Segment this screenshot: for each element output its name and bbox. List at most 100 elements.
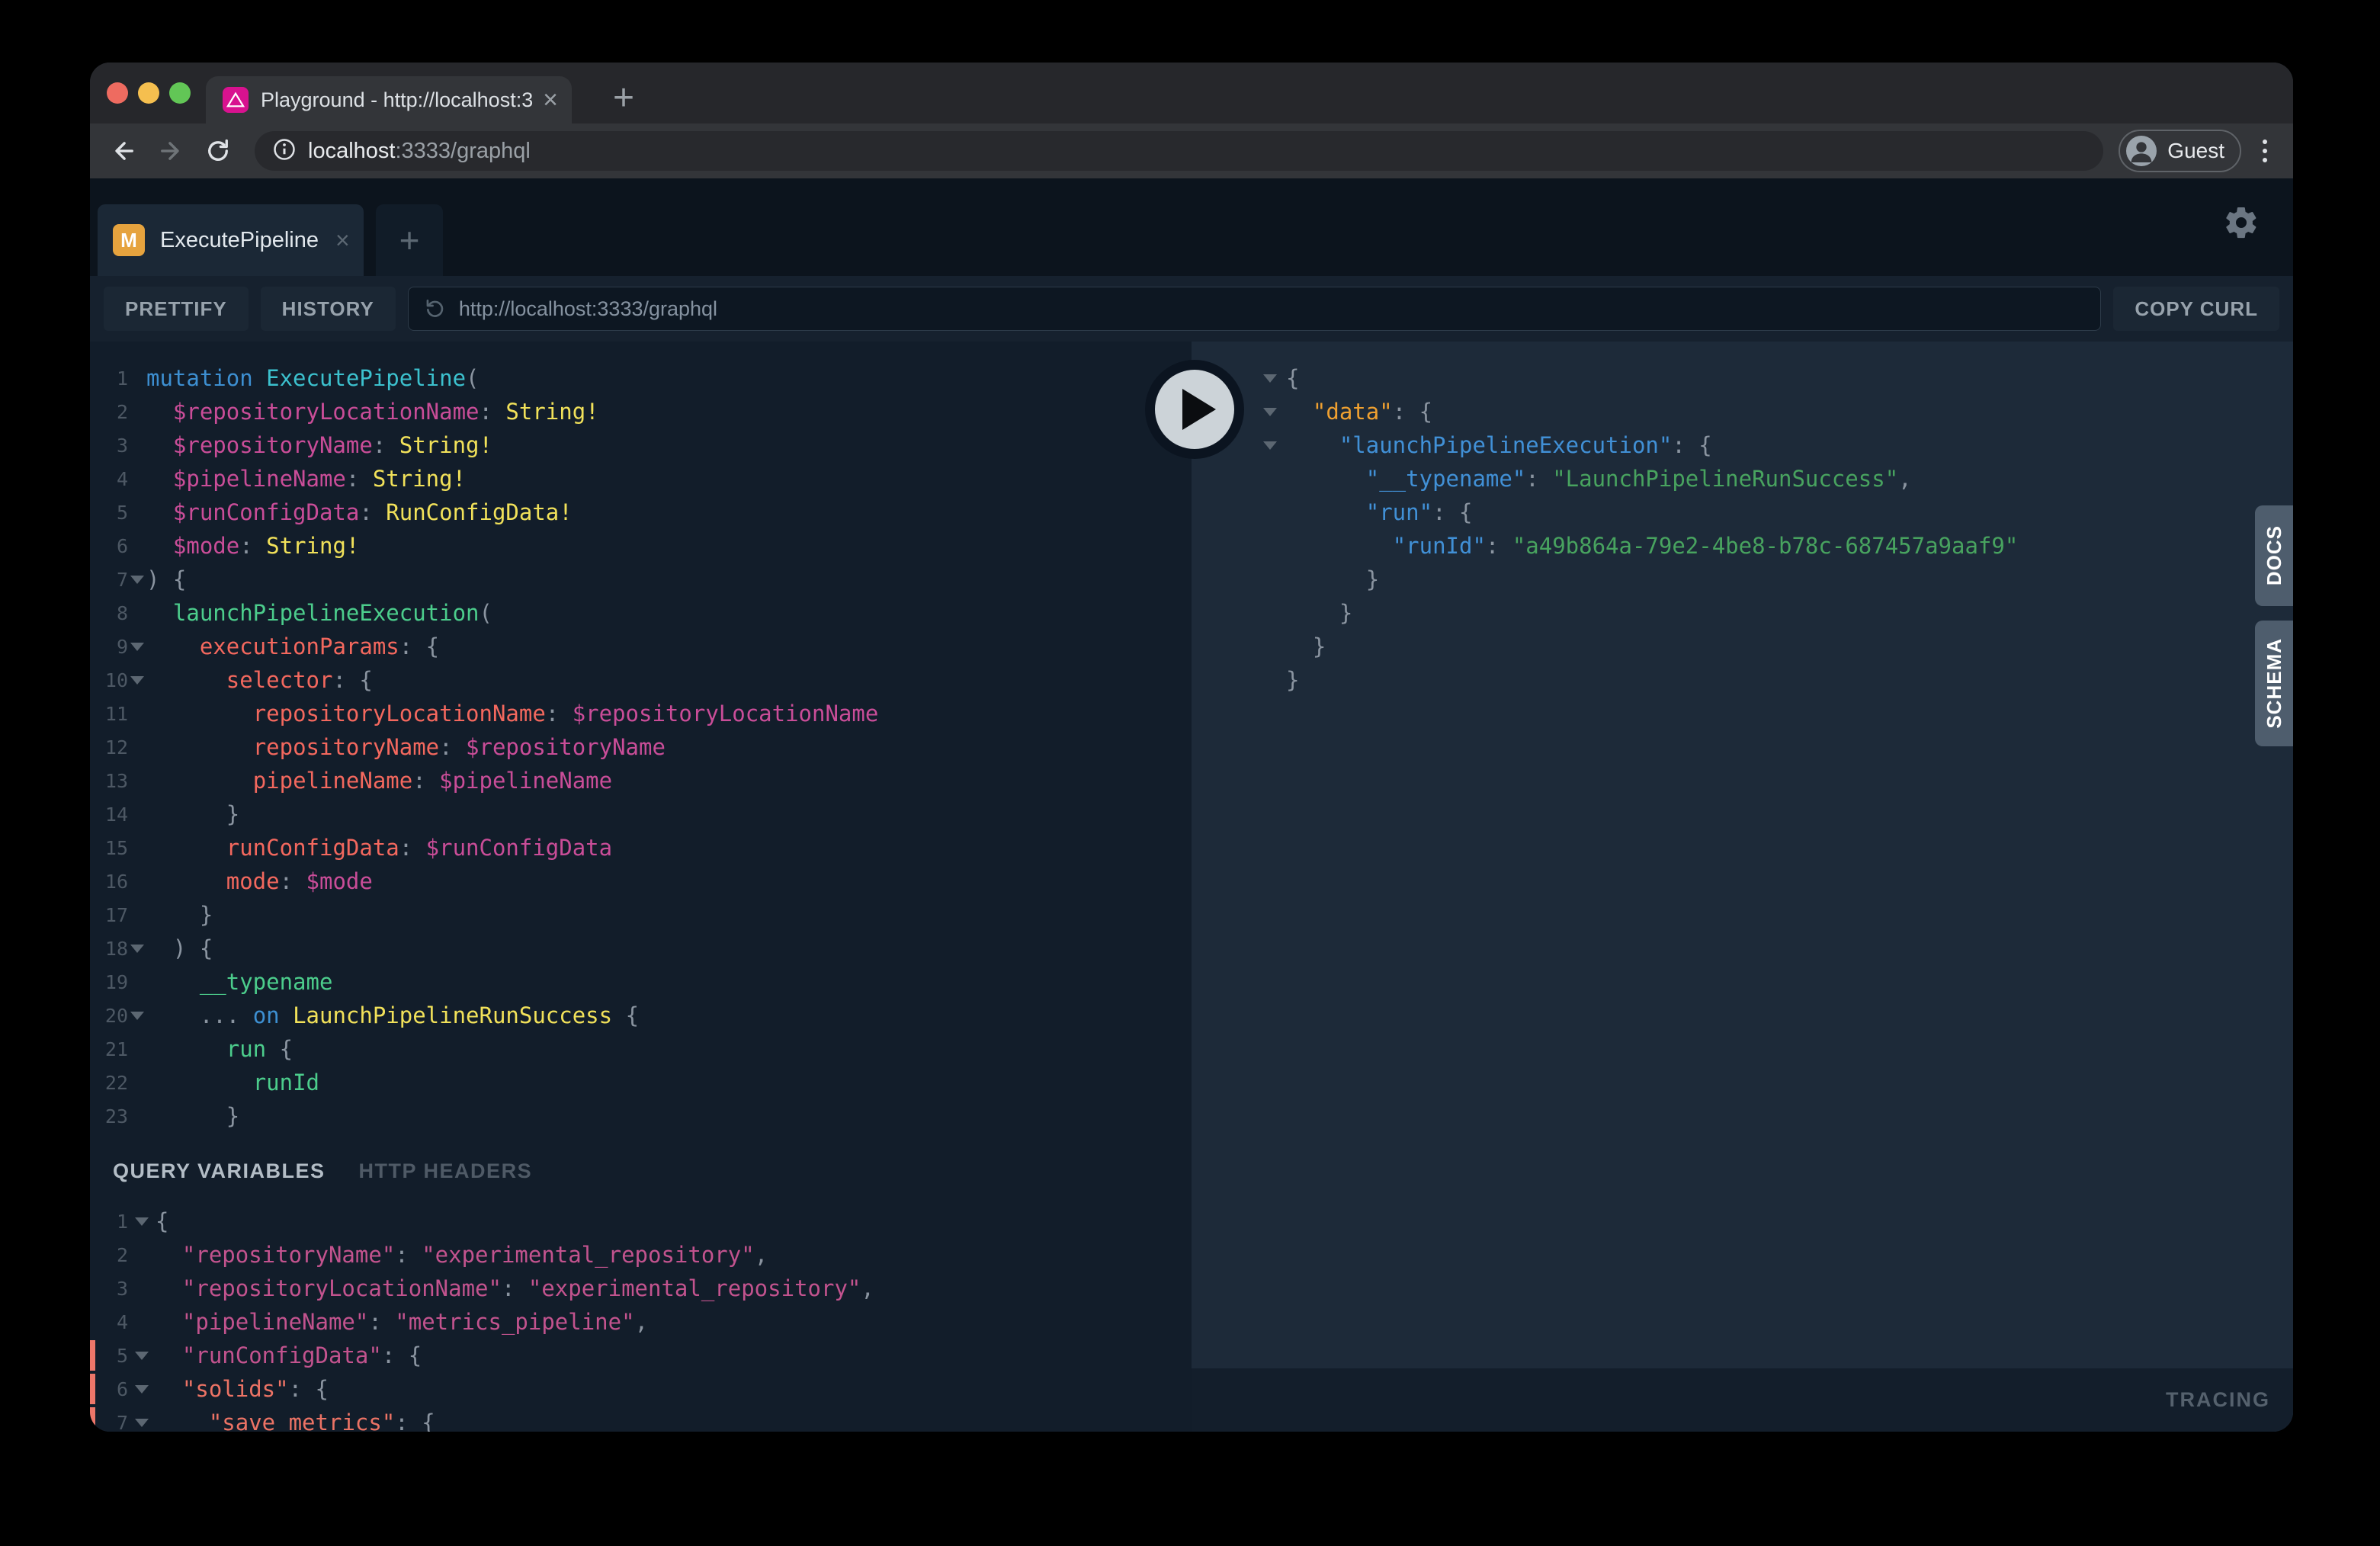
prettify-button[interactable]: PRETTIFY <box>104 287 249 331</box>
browser-menu-icon[interactable] <box>2255 135 2275 167</box>
tab-query-variables[interactable]: QUERY VARIABLES <box>113 1160 326 1183</box>
schema-sidetab[interactable]: SCHEMA <box>2255 621 2293 746</box>
avatar-icon <box>2126 136 2157 166</box>
code-token: "LaunchPipelineRunSuccess" <box>1552 466 1898 492</box>
reconnect-icon[interactable] <box>422 295 447 323</box>
history-button[interactable]: HISTORY <box>261 287 396 331</box>
code-token <box>1286 432 1339 458</box>
query-editor[interactable]: 1mutation ExecutePipeline(2 $repositoryL… <box>90 342 1192 1140</box>
copy-curl-button[interactable]: COPY CURL <box>2113 287 2279 331</box>
fold-arrow-icon[interactable] <box>128 663 146 697</box>
code-token <box>146 1036 226 1062</box>
code-token: "metrics_pipeline" <box>395 1309 634 1335</box>
line-number: 22 <box>90 1072 128 1094</box>
close-window-button[interactable] <box>107 82 128 104</box>
execute-button[interactable] <box>1145 360 1244 459</box>
minimize-window-button[interactable] <box>138 82 159 104</box>
code-line: 4 "pipelineName": "metrics_pipeline", <box>90 1305 1192 1339</box>
line-number: 23 <box>90 1105 128 1127</box>
fold-arrow-icon[interactable] <box>128 1372 156 1406</box>
new-tab-button[interactable]: + <box>599 73 648 122</box>
session-tab-executepipeline[interactable]: M ExecutePipeline × <box>98 204 364 276</box>
code-token: repositoryLocationName <box>253 701 546 726</box>
code-token <box>156 1342 182 1368</box>
code-token: : <box>395 1242 422 1268</box>
code-token: : { <box>332 667 372 693</box>
line-number: 5 <box>90 1345 128 1367</box>
code-token: } <box>1286 633 1326 659</box>
code-token: ( <box>466 365 479 391</box>
code-token <box>146 734 253 760</box>
variables-editor[interactable]: 1{2 "repositoryName": "experimental_repo… <box>90 1183 1192 1432</box>
code-token: , <box>1898 466 1911 492</box>
code-token: "experimental_repository" <box>422 1242 755 1268</box>
fold-arrow-slot <box>128 1238 156 1272</box>
code-token: "__typename" <box>1366 466 1526 492</box>
code-token <box>146 868 226 894</box>
code-line: 23 } <box>90 1099 1192 1133</box>
url-bar[interactable]: localhost:3333/graphql <box>255 131 2103 171</box>
zoom-window-button[interactable] <box>169 82 191 104</box>
line-number: 18 <box>90 938 128 960</box>
code-line: } <box>1192 563 2293 596</box>
code-token: : <box>546 701 573 726</box>
response-viewer[interactable]: { "data": { "launchPipelineExecution": {… <box>1192 342 2293 697</box>
code-token: String! <box>373 466 466 492</box>
code-token: } <box>1286 566 1379 592</box>
browser-tabstrip: Playground - http://localhost:3 × + <box>90 63 2293 123</box>
fold-arrow-icon[interactable] <box>128 563 146 596</box>
code-token: $repositoryName <box>466 734 666 760</box>
code-token: $runConfigData <box>173 499 359 525</box>
fold-arrow-icon[interactable] <box>128 999 146 1032</box>
code-token <box>1286 466 1366 492</box>
session-close-icon[interactable]: × <box>335 226 350 255</box>
fold-arrow-icon[interactable] <box>128 630 146 663</box>
fold-arrow-slot <box>128 965 146 999</box>
profile-button[interactable]: Guest <box>2119 130 2241 172</box>
fold-arrow-slot <box>128 764 146 797</box>
code-token <box>146 466 173 492</box>
settings-gear-icon[interactable] <box>2223 204 2260 241</box>
code-token: "experimental_repository" <box>528 1275 861 1301</box>
reload-icon[interactable] <box>203 136 233 166</box>
query-pane: 1mutation ExecutePipeline(2 $repositoryL… <box>90 342 1192 1432</box>
code-token: ( <box>480 600 492 626</box>
code-token <box>156 1309 182 1335</box>
fold-arrow-slot <box>128 596 146 630</box>
code-token: : <box>1525 466 1552 492</box>
code-token: $pipelineName <box>173 466 346 492</box>
fold-arrow-icon[interactable] <box>128 1204 156 1238</box>
code-line: 17 } <box>90 898 1192 932</box>
line-number: 2 <box>90 401 128 423</box>
browser-tab[interactable]: Playground - http://localhost:3 × <box>206 76 572 123</box>
docs-sidetab-label: DOCS <box>2263 525 2286 585</box>
code-line: 14 } <box>90 797 1192 831</box>
code-token: repositoryName <box>253 734 439 760</box>
code-line: 4 $pipelineName: String! <box>90 462 1192 496</box>
variables-panel: QUERY VARIABLES HTTP HEADERS 1{2 "reposi… <box>90 1140 1192 1432</box>
new-session-button[interactable]: + <box>376 204 443 276</box>
code-line: 10 selector: { <box>90 663 1192 697</box>
code-token: : <box>280 868 306 894</box>
tracing-footer[interactable]: TRACING <box>1192 1368 2293 1432</box>
tab-close-icon[interactable]: × <box>543 87 558 113</box>
forward-icon[interactable] <box>156 136 186 166</box>
fold-arrow-slot <box>1192 663 1286 697</box>
code-token: { <box>266 1036 293 1062</box>
code-token: mutation <box>146 365 266 391</box>
site-info-icon[interactable] <box>273 138 296 165</box>
fold-arrow-icon[interactable] <box>128 1339 156 1372</box>
code-token: } <box>146 801 239 827</box>
code-token: runId <box>253 1070 319 1095</box>
code-token: __typename <box>200 969 333 995</box>
fold-arrow-slot <box>128 462 146 496</box>
tab-http-headers[interactable]: HTTP HEADERS <box>359 1160 533 1183</box>
fold-arrow-slot <box>128 428 146 462</box>
docs-sidetab[interactable]: DOCS <box>2255 505 2293 606</box>
endpoint-input[interactable]: http://localhost:3333/graphql <box>408 287 2102 331</box>
fold-arrow-icon[interactable] <box>128 1406 156 1432</box>
code-token: { <box>612 1002 639 1028</box>
fold-arrow-icon[interactable] <box>128 932 146 965</box>
back-icon[interactable] <box>108 136 139 166</box>
code-line: "data": { <box>1192 395 2293 428</box>
